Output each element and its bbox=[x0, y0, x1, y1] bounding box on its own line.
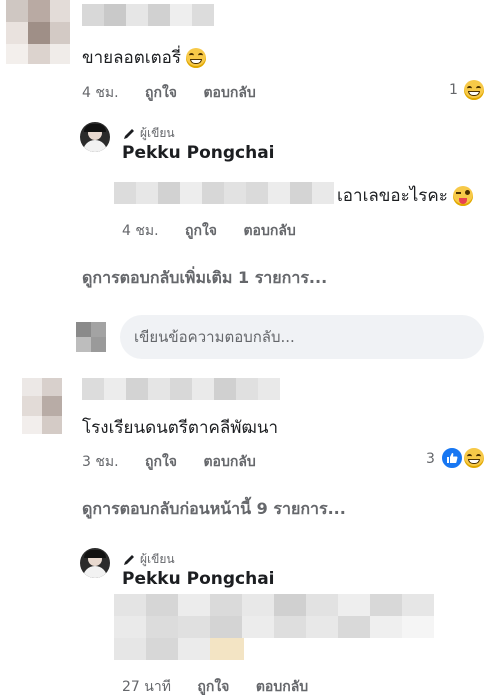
reply-button[interactable]: ตอบกลับ bbox=[203, 85, 255, 101]
pencil-icon bbox=[124, 128, 134, 139]
laughing-emoji-icon bbox=[186, 48, 207, 68]
commenter-name-blurred[interactable] bbox=[82, 4, 214, 26]
laughing-emoji-icon[interactable] bbox=[464, 80, 484, 100]
reply-meta: 4 ชม. ถูกใจ ตอบกลับ bbox=[122, 220, 296, 242]
author-badge-label: ผู้เขียน bbox=[140, 552, 175, 566]
comment-time[interactable]: 3 ชม. bbox=[82, 454, 119, 470]
author-avatar[interactable] bbox=[80, 122, 110, 152]
author-name[interactable]: Pekku Pongchai bbox=[122, 143, 275, 163]
reply-button[interactable]: ตอบกลับ bbox=[243, 223, 295, 239]
like-icon[interactable] bbox=[440, 446, 464, 470]
commenter-avatar-blurred[interactable] bbox=[6, 0, 70, 64]
commenter-avatar-blurred[interactable] bbox=[22, 378, 62, 434]
current-user-avatar-blurred bbox=[76, 322, 106, 352]
reply-text-blurred bbox=[114, 182, 334, 204]
comment-meta: 3 ชม. ถูกใจ ตอบกลับ bbox=[82, 451, 256, 473]
view-previous-replies-link[interactable]: ดูการตอบกลับก่อนหน้านี้ 9 รายการ... bbox=[82, 497, 346, 522]
comment-text: โรงเรียนดนตรีตาคลีพัฒนา bbox=[82, 418, 279, 438]
pencil-icon bbox=[124, 554, 134, 565]
laughing-emoji-icon[interactable] bbox=[462, 446, 486, 470]
reaction-count[interactable]: 3 bbox=[426, 451, 435, 467]
reply-button[interactable]: ตอบกลับ bbox=[203, 454, 255, 470]
reply-time[interactable]: 27 นาที bbox=[122, 679, 171, 695]
reply-placeholder: เขียนข้อความตอบกลับ... bbox=[134, 328, 295, 346]
winking-tongue-emoji-icon bbox=[453, 186, 474, 206]
commenter-name-blurred[interactable] bbox=[82, 378, 280, 400]
like-button[interactable]: ถูกใจ bbox=[197, 679, 229, 695]
author-badge: ผู้เขียน bbox=[122, 550, 175, 569]
comment-time[interactable]: 4 ชม. bbox=[82, 85, 119, 101]
like-button[interactable]: ถูกใจ bbox=[145, 85, 177, 101]
reply-text-blurred bbox=[114, 594, 434, 664]
reaction-count[interactable]: 1 bbox=[449, 82, 458, 98]
reply-input[interactable]: เขียนข้อความตอบกลับ... bbox=[120, 315, 484, 359]
author-badge-label: ผู้เขียน bbox=[140, 126, 175, 140]
reply-time[interactable]: 4 ชม. bbox=[122, 223, 159, 239]
reply-button[interactable]: ตอบกลับ bbox=[256, 679, 308, 695]
author-badge: ผู้เขียน bbox=[122, 124, 175, 143]
view-more-replies-link[interactable]: ดูการตอบกลับเพิ่มเติม 1 รายการ... bbox=[82, 266, 327, 291]
author-avatar[interactable] bbox=[80, 548, 110, 578]
reply-meta: 27 นาที ถูกใจ ตอบกลับ bbox=[122, 676, 308, 698]
comment-text: ขายลอตเตอรี่ bbox=[82, 44, 207, 71]
like-button[interactable]: ถูกใจ bbox=[145, 454, 177, 470]
reply-text: เอาเลขอะไรคะ bbox=[337, 182, 474, 209]
comment-meta: 4 ชม. ถูกใจ ตอบกลับ bbox=[82, 82, 256, 104]
author-name[interactable]: Pekku Pongchai bbox=[122, 569, 275, 589]
like-button[interactable]: ถูกใจ bbox=[185, 223, 217, 239]
